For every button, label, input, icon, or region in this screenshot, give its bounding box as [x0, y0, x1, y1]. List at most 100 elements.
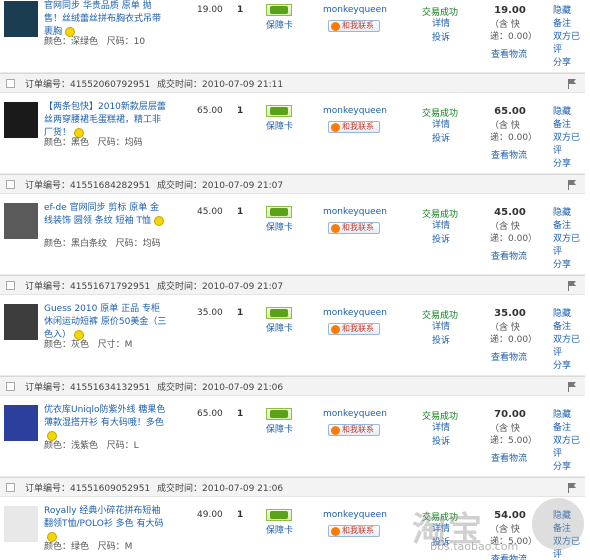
order-select-checkbox[interactable] [6, 482, 15, 492]
unit-price: 65.00 [197, 409, 223, 419]
complaint-link[interactable]: 投诉 [432, 234, 462, 247]
order-select-checkbox[interactable] [6, 78, 15, 88]
detail-link[interactable]: 详情 [432, 119, 462, 132]
guarantee-badge-icon[interactable] [266, 206, 292, 218]
product-title-link[interactable]: Royally 经典小碎花拼布短袖翻领T恤/POLO衫 多色 有大码 [44, 505, 167, 544]
shipping-info: （含 快递：0.00） [490, 121, 538, 143]
view-logistics-link[interactable]: 查看物流 [491, 451, 541, 464]
hide-link[interactable]: 隐藏 [553, 5, 585, 18]
flag-icon[interactable] [567, 79, 577, 89]
wangwang-icon [331, 224, 340, 233]
share-link[interactable]: 分享 [553, 360, 585, 373]
flag-icon[interactable] [567, 180, 577, 190]
guarantee-badge-icon[interactable] [266, 408, 292, 420]
product-title-link[interactable]: Guess 2010 原单 正品 专柜休闲运动短裤 原价50美金（三色入） [44, 303, 167, 342]
product-thumbnail[interactable] [4, 304, 38, 340]
quantity: 1 [237, 5, 244, 15]
wangwang-icon [331, 22, 340, 31]
view-logistics-link[interactable]: 查看物流 [491, 47, 541, 60]
complaint-link[interactable]: 投诉 [432, 436, 462, 449]
product-thumbnail[interactable] [4, 102, 38, 138]
taobao-bbs-watermark: 淘宝 bbs.taobao.com [410, 492, 590, 558]
shipping-info: （含 快递：5.00） [490, 424, 538, 446]
note-link[interactable]: 备注 [553, 321, 585, 334]
both-rated-link[interactable]: 双方已评 [553, 132, 585, 158]
detail-link[interactable]: 详情 [432, 422, 462, 435]
detail-link[interactable]: 详情 [432, 321, 462, 334]
complaint-link[interactable]: 投诉 [432, 32, 462, 45]
seller-link[interactable]: monkeyqueen [323, 207, 387, 217]
product-title-link[interactable]: 官网同步 华贵品质 原单 抛售！丝绒蕾丝拼布胸衣式吊带裹胸 [44, 0, 167, 39]
contact-me-button[interactable]: 和我联系 [328, 323, 380, 335]
hide-link[interactable]: 隐藏 [553, 308, 585, 321]
order-select-checkbox[interactable] [6, 381, 15, 391]
total-amount: 35.00 [494, 308, 526, 319]
share-link[interactable]: 分享 [553, 57, 585, 70]
star-icon [74, 329, 85, 340]
contact-me-button[interactable]: 和我联系 [328, 222, 380, 234]
flag-icon[interactable] [567, 382, 577, 392]
guarantee-badge-icon[interactable] [266, 4, 292, 16]
share-link[interactable]: 分享 [553, 259, 585, 272]
hide-link[interactable]: 隐藏 [553, 207, 585, 220]
guarantee-card-link[interactable]: 保障卡 [266, 321, 293, 334]
share-link[interactable]: 分享 [553, 461, 585, 474]
product-title-link[interactable]: 【两条包快】2010新款层层蕾丝两穿腰裙毛蛋糕裙，精工非厂货！ [44, 101, 167, 140]
detail-link[interactable]: 详情 [432, 18, 462, 31]
view-logistics-link[interactable]: 查看物流 [491, 350, 541, 363]
seller-link[interactable]: monkeyqueen [323, 5, 387, 15]
contact-me-button[interactable]: 和我联系 [328, 121, 380, 133]
guarantee-card-link[interactable]: 保障卡 [266, 220, 293, 233]
order-select-checkbox[interactable] [6, 280, 15, 290]
note-link[interactable]: 备注 [553, 119, 585, 132]
flag-icon[interactable] [567, 281, 577, 291]
share-link[interactable]: 分享 [553, 158, 585, 171]
both-rated-link[interactable]: 双方已评 [553, 334, 585, 360]
shipping-info: （含 快递：0.00） [490, 20, 538, 42]
total-amount: 45.00 [494, 207, 526, 218]
product-title-link[interactable]: ef-de 官网同步 剪标 原单 金线装饰 圆领 条纹 短袖 T恤 [44, 202, 167, 228]
both-rated-link[interactable]: 双方已评 [553, 233, 585, 259]
hide-link[interactable]: 隐藏 [553, 409, 585, 422]
trade-status: 交易成功 [422, 412, 459, 422]
product-thumbnail[interactable] [4, 1, 38, 37]
contact-me-button[interactable]: 和我联系 [328, 20, 380, 32]
product-title-link[interactable]: 优衣库Uniqlo防紫外线 糖果色薄款湿搭开衫 有大码哦！多色 [44, 404, 167, 443]
note-link[interactable]: 备注 [553, 422, 585, 435]
product-thumbnail[interactable] [4, 405, 38, 441]
guarantee-card-link[interactable]: 保障卡 [266, 119, 293, 132]
view-logistics-link[interactable]: 查看物流 [491, 148, 541, 161]
star-icon [65, 26, 76, 37]
order-block: 订单编号：41552060792951 成交时间：2010-07-09 21:11… [0, 73, 585, 174]
view-logistics-link[interactable]: 查看物流 [491, 249, 541, 262]
detail-link[interactable]: 详情 [432, 220, 462, 233]
product-thumbnail[interactable] [4, 203, 38, 239]
star-icon [153, 215, 164, 226]
both-rated-link[interactable]: 双方已评 [553, 435, 585, 461]
seller-link[interactable]: monkeyqueen [323, 308, 387, 318]
guarantee-card-link[interactable]: 保障卡 [266, 523, 293, 536]
complaint-link[interactable]: 投诉 [432, 335, 462, 348]
contact-me-button[interactable]: 和我联系 [328, 424, 380, 436]
order-item-row: Guess 2010 原单 正品 专柜休闲运动短裤 原价50美金（三色入） 颜色：… [0, 295, 585, 376]
guarantee-card-link[interactable]: 保障卡 [266, 18, 293, 31]
both-rated-link[interactable]: 双方已评 [553, 31, 585, 57]
order-select-checkbox[interactable] [6, 179, 15, 189]
guarantee-card-link[interactable]: 保障卡 [266, 422, 293, 435]
guarantee-badge-icon[interactable] [266, 307, 292, 319]
quantity: 1 [237, 207, 244, 217]
contact-me-button[interactable]: 和我联系 [328, 525, 380, 537]
note-link[interactable]: 备注 [553, 220, 585, 233]
hide-link[interactable]: 隐藏 [553, 106, 585, 119]
guarantee-badge-icon[interactable] [266, 105, 292, 117]
complaint-link[interactable]: 投诉 [432, 133, 462, 146]
note-link[interactable]: 备注 [553, 18, 585, 31]
product-attributes: 颜色：灰色 尺寸：M [44, 340, 133, 350]
seller-link[interactable]: monkeyqueen [323, 106, 387, 116]
product-thumbnail[interactable] [4, 506, 38, 542]
order-actions: 隐藏备注双方已评分享 [553, 106, 585, 171]
shipping-info: （含 快递：0.00） [490, 222, 538, 244]
seller-link[interactable]: monkeyqueen [323, 409, 387, 419]
seller-link[interactable]: monkeyqueen [323, 510, 387, 520]
guarantee-badge-icon[interactable] [266, 509, 292, 521]
